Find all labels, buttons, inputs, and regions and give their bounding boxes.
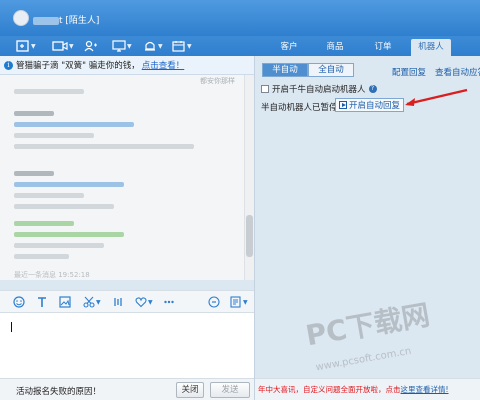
avatar[interactable] [13, 10, 29, 26]
chat-toolbar: ▼ ▼ ▼ ▼ ▼ [0, 36, 255, 56]
chat-message [14, 171, 124, 215]
blurred-username [33, 16, 59, 25]
screenshot-button[interactable]: ▼ [83, 295, 101, 309]
bottom-bar: 活动报名失败的原因！ 关闭 发送 [0, 378, 255, 400]
red-arrow-annotation [405, 88, 468, 106]
screen-share-button[interactable]: ▼ [112, 38, 132, 54]
tab-robot[interactable]: 机器人 [411, 39, 451, 56]
chevron-down-icon: ▼ [243, 298, 248, 306]
auto-start-option[interactable]: 开启千牛自动启动机器人 ? [261, 83, 377, 95]
notice-bar: i 管猫骗子滴 "双簧" 骗走你的钱， 点击查看！ [0, 56, 255, 75]
window-title: t [陌生人] [33, 13, 99, 26]
quick-reply-button[interactable] [208, 295, 221, 309]
font-button[interactable] [36, 295, 48, 309]
chevron-down-icon: ▼ [31, 42, 36, 50]
info-icon: i [4, 60, 13, 70]
start-auto-reply-button[interactable]: 开启自动回复 [335, 98, 405, 112]
chevron-down-icon: ▼ [96, 298, 101, 306]
add-contact-button[interactable] [84, 38, 98, 54]
tab-products[interactable]: 商品 [315, 40, 355, 54]
message-input[interactable] [0, 312, 255, 378]
last-message-time: 最近一条消息 19:52:18 [14, 271, 90, 279]
promo-text[interactable]: 活动报名失败的原因！ [16, 385, 101, 397]
shake-button[interactable] [112, 295, 124, 309]
robot-status: 半自动机器人已暂停 [261, 103, 338, 113]
news-bar: 年中大喜讯，自定义问题全面开放啦， 点击 这里查看详情! [255, 378, 480, 400]
chevron-down-icon: ▼ [187, 42, 192, 50]
start-auto-reply-label: 开启自动回复 [349, 101, 401, 111]
scissors-icon [83, 296, 95, 308]
chat-message [14, 111, 194, 155]
text-cursor [11, 322, 12, 332]
chat-top-hint: 都安你那样 [200, 77, 235, 85]
calendar-button[interactable]: ▼ [172, 38, 192, 54]
tab-customer[interactable]: 客户 [269, 40, 309, 54]
history-icon [230, 296, 241, 308]
file-icon [16, 40, 29, 52]
more-icon [164, 300, 174, 304]
input-toolbar: ▼ ▼ ▼ [0, 290, 255, 312]
bell-icon [145, 41, 155, 51]
emoji-button[interactable] [13, 295, 25, 309]
chat-message [14, 89, 84, 100]
image-icon [59, 296, 71, 308]
add-user-icon [84, 40, 97, 52]
favorite-button[interactable]: ▼ [135, 295, 153, 309]
notice-link[interactable]: 点击查看！ [142, 59, 185, 71]
chevron-down-icon: ▼ [148, 298, 153, 306]
more-button[interactable] [163, 295, 175, 309]
quick-reply-icon [208, 296, 220, 308]
video-button[interactable]: ▼ [52, 38, 74, 54]
auto-start-label: 开启千牛自动启动机器人 [272, 85, 366, 95]
tab-orders[interactable]: 订单 [363, 40, 403, 54]
robot-panel: 半自动 全自动 配置回复 查看自动应答 开启千牛自动启动机器人 ? 半自动机器人… [255, 56, 480, 378]
shake-icon [114, 298, 122, 306]
send-file-button[interactable]: ▼ [16, 38, 36, 54]
chevron-down-icon: ▼ [158, 42, 163, 50]
text-format-icon [38, 297, 46, 307]
help-icon[interactable]: ? [368, 85, 377, 93]
title-bar: t [陌生人] [0, 0, 480, 36]
chevron-down-icon: ▼ [127, 42, 132, 50]
auto-start-checkbox[interactable] [261, 85, 269, 93]
right-tab-bar: 客户 商品 订单 机器人 [255, 36, 480, 56]
news-text: 年中大喜讯，自定义问题全面开放啦， [258, 385, 386, 394]
config-reply-link[interactable]: 配置回复 [392, 66, 426, 78]
send-button[interactable]: 发送 [210, 382, 250, 398]
news-suffix: 点击 [385, 385, 401, 394]
smiley-icon [13, 296, 25, 308]
chevron-down-icon: ▼ [69, 42, 74, 50]
play-icon [339, 101, 347, 109]
notice-text: 管猫骗子滴 "双簧" 骗走你的钱， [16, 61, 140, 71]
full-auto-toggle[interactable]: 全自动 [308, 63, 354, 77]
heart-icon [135, 297, 147, 308]
news-link[interactable]: 这里查看详情! [401, 384, 449, 395]
view-auto-reply-link[interactable]: 查看自动应答 [435, 66, 480, 78]
history-button[interactable]: ▼ [230, 295, 248, 309]
semi-auto-toggle[interactable]: 半自动 [262, 63, 308, 77]
alert-button[interactable]: ▼ [143, 38, 163, 54]
screen-icon [112, 40, 126, 52]
close-button[interactable]: 关闭 [176, 382, 204, 398]
chat-scrollbar-thumb[interactable] [246, 215, 253, 257]
image-button[interactable] [59, 295, 71, 309]
chat-message [14, 221, 124, 265]
chat-history[interactable]: 都安你那样 最近一条消息 19:52:18 [0, 75, 255, 280]
video-icon [52, 41, 68, 51]
calendar-icon [172, 41, 185, 52]
